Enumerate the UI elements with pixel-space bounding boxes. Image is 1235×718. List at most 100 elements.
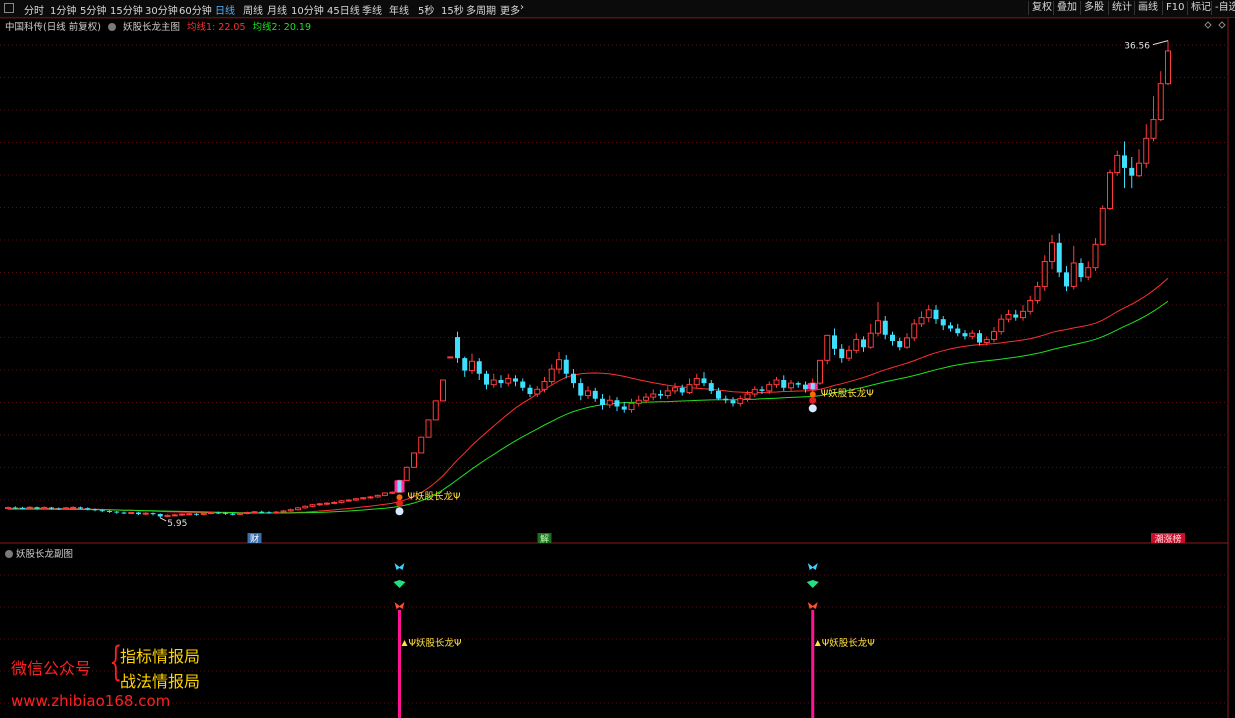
sub-indicator-panel: Ψ妖股长龙Ψ Ψ妖股长龙Ψ (393, 563, 875, 718)
candle (1150, 96, 1157, 142)
event-badge-label: 财 (250, 533, 259, 545)
candle (114, 510, 120, 514)
fire-icon (809, 391, 816, 398)
candle-body (556, 359, 562, 370)
candle-body (1122, 155, 1127, 168)
candle-body (251, 511, 258, 514)
candle (991, 326, 997, 343)
candle-body (832, 335, 837, 349)
candle (817, 359, 823, 385)
candle-body (403, 466, 410, 481)
candle-body (803, 384, 808, 390)
candle-body (897, 340, 903, 348)
candle-body (237, 512, 243, 515)
candle (244, 511, 251, 515)
candle-body (737, 398, 744, 404)
candle-body (643, 396, 649, 401)
candle-body (114, 511, 120, 513)
candle-body (498, 379, 504, 384)
candle (606, 395, 613, 409)
candle (273, 510, 280, 514)
sub-indicator-name[interactable]: 妖股长龙副图 (16, 549, 73, 560)
candle (751, 386, 758, 398)
candle-body (99, 510, 105, 512)
candle-body (890, 334, 895, 341)
candle (251, 510, 258, 514)
candle-body (701, 378, 707, 384)
candle-body (505, 377, 512, 384)
candle-body (26, 506, 33, 509)
candle (440, 379, 446, 402)
candle (650, 389, 657, 401)
butterfly-icon (807, 602, 818, 609)
candle-body (266, 512, 272, 514)
candle (186, 512, 193, 516)
candle-body (164, 514, 171, 517)
candle (179, 513, 185, 516)
candle-body (867, 332, 874, 348)
watermark-url: www.zhibiao168.com (11, 692, 171, 710)
candle (1005, 309, 1012, 323)
candle-body (940, 319, 946, 326)
candle-body (41, 507, 48, 510)
candle (962, 330, 968, 340)
candle (447, 356, 454, 359)
candle (164, 514, 171, 518)
candle (345, 499, 352, 502)
high-pointer (1152, 40, 1169, 46)
candle-body (635, 399, 642, 404)
candle (621, 401, 627, 413)
candle (403, 466, 410, 481)
candle-body (664, 390, 671, 397)
candle (63, 506, 69, 510)
candle (389, 491, 396, 495)
candle-body (194, 513, 199, 515)
candle (295, 506, 301, 511)
candle (432, 400, 439, 421)
candle-body (345, 499, 352, 502)
watermark-wechat-label: 微信公众号 (11, 659, 92, 678)
candle-body (817, 359, 823, 384)
triangle-icon (401, 640, 408, 646)
candle-body (1064, 272, 1069, 287)
candle-body (1114, 154, 1121, 174)
candle-body (824, 334, 831, 361)
candle (571, 369, 576, 388)
candle (505, 373, 512, 387)
candle-body (259, 511, 265, 513)
candle (1157, 71, 1164, 122)
candle (1143, 124, 1150, 168)
event-badge-label: 解 (540, 533, 549, 545)
fire-icon (396, 499, 403, 507)
candle-body (462, 358, 468, 371)
candle (418, 436, 425, 454)
candle-body (157, 514, 163, 517)
candle-body (484, 373, 489, 385)
candle-body (839, 348, 845, 359)
candle-body (781, 379, 787, 388)
signal-marker: Ψ妖股长龙Ψ (394, 480, 460, 516)
candle (1122, 141, 1127, 189)
candle-body (1070, 262, 1077, 287)
candle-body (432, 400, 439, 421)
candle (121, 511, 127, 515)
candle-body (658, 394, 663, 396)
sub-indicator-settings-icon[interactable] (5, 550, 13, 558)
candle-body (63, 507, 69, 510)
candle-body (230, 513, 236, 515)
chart-overlays: 36.56 5.95 Ψ妖股长龙Ψ Ψ妖股长龙Ψ 财 解 潮涨榜 (160, 40, 1185, 545)
candle-body (969, 332, 976, 337)
candle-body (70, 506, 77, 509)
candle-body (672, 387, 678, 392)
candle-body (273, 511, 280, 514)
candle (1020, 305, 1026, 321)
candle (1034, 281, 1041, 304)
butterfly-icon (807, 563, 818, 570)
signal-label: Ψ妖股长龙Ψ (821, 387, 874, 399)
candle-body (353, 498, 359, 501)
low-price-label: 5.95 (167, 519, 187, 529)
candle (911, 319, 918, 341)
candle (628, 398, 635, 413)
candle-body (5, 507, 11, 510)
candle-body (215, 512, 221, 514)
